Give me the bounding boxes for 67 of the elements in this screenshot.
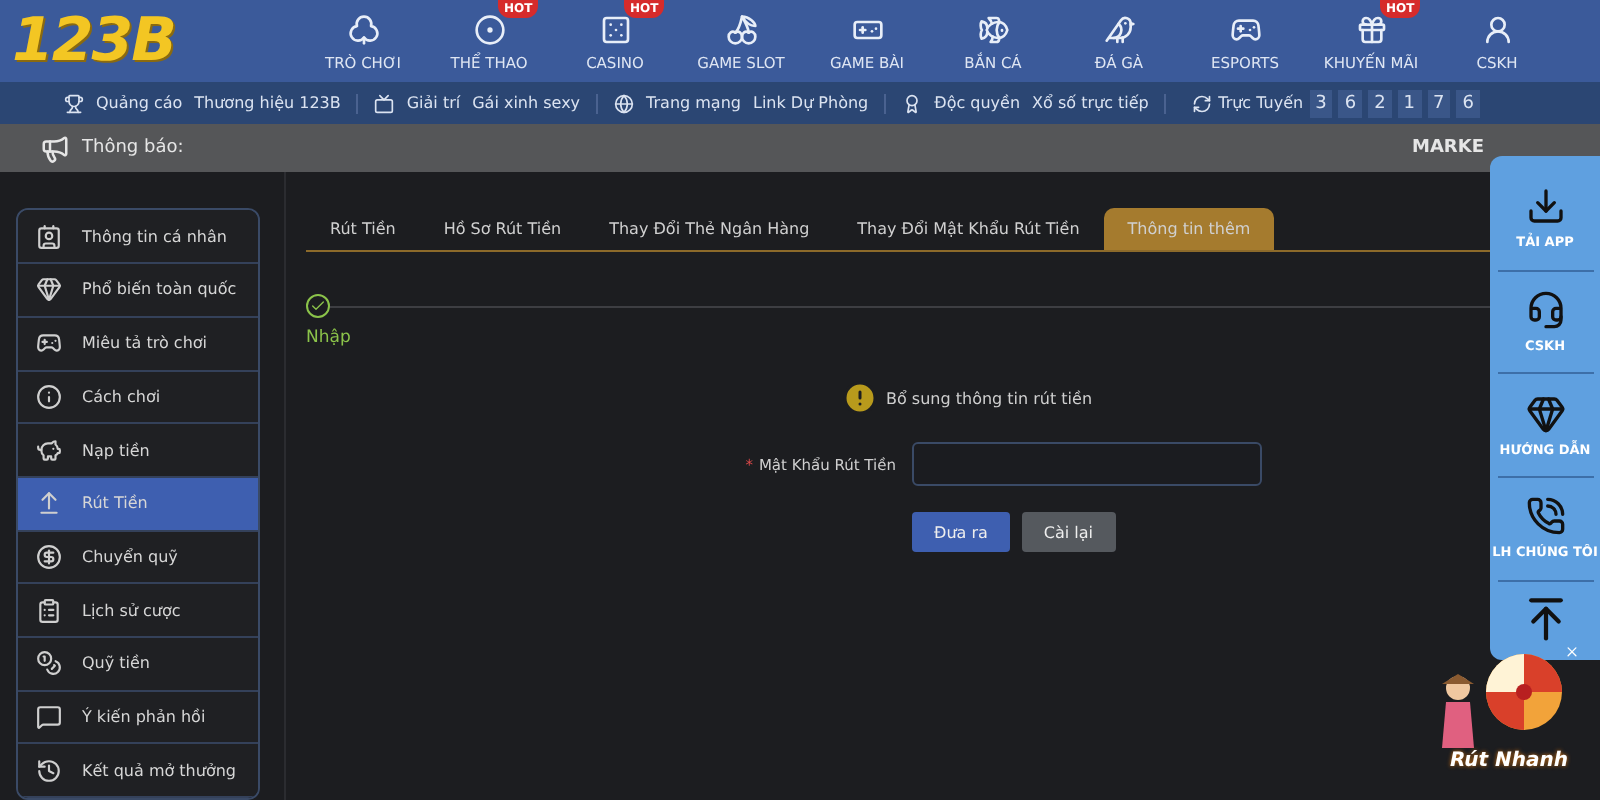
controller-icon [1229,14,1261,47]
online-digit: 7 [1427,89,1451,118]
notice-text: MARKE [1412,138,1484,159]
dollar-icon [36,543,62,570]
fish-icon [977,14,1009,47]
cherry-icon [725,14,757,47]
close-icon[interactable] [1564,644,1580,660]
sidebar-item[interactable]: Chuyển quỹ [18,531,258,585]
notice-label: Thông báo: [82,138,184,159]
tv-icon [374,93,395,114]
award-icon [902,93,923,114]
upload-icon [36,490,62,517]
club-icon [347,14,379,47]
info-title[interactable]: Giải trí [406,94,461,113]
gem-icon [36,276,62,303]
tab[interactable]: Rút Tiền [306,208,420,251]
globe-icon [614,93,635,114]
tab[interactable]: Thay Đổi Thẻ Ngân Hàng [585,208,834,251]
bird-icon [1103,14,1135,47]
ball-icon [473,14,505,47]
logo[interactable]: 123B [12,6,175,77]
online-label: Trực Tuyến [1218,94,1304,113]
sidebar-item[interactable]: Ý kiến phản hồi [18,691,258,745]
online-digit: 6 [1456,89,1480,118]
warning-icon [842,380,878,417]
coins-icon [36,650,62,677]
sidebar-item[interactable]: Cách chơi [18,371,258,425]
online-digit: 6 [1338,89,1363,118]
user-icon [1481,14,1513,47]
promo-text[interactable]: Rút Nhanh [1449,750,1568,772]
tab[interactable]: Hồ Sơ Rút Tiền [419,208,586,251]
info-title[interactable]: Trang mạng [646,94,741,113]
contact-icon [36,223,62,250]
info-link[interactable]: Thương hiệu 123B [194,94,341,113]
chat-icon [36,703,62,730]
headset-icon [1525,290,1565,331]
sidebar-item[interactable]: Thông tin cá nhân [18,210,258,265]
clipboard-icon [36,597,62,624]
tab[interactable]: Thay Đổi Mật Khẩu Rút Tiền [833,208,1104,251]
info-link[interactable]: Link Dự Phòng [752,94,869,113]
gamepad-icon [36,330,62,357]
reset-button[interactable]: Cài lại [1021,512,1116,553]
download-icon [1525,186,1565,227]
online-digit: 1 [1397,89,1422,118]
gift-icon [1355,14,1387,47]
online-digit: 3 [1309,89,1333,118]
megaphone-icon [40,133,70,164]
piggy-bank-icon [36,437,62,464]
online-digit: 2 [1368,89,1392,118]
password-field[interactable] [912,442,1262,487]
info-link[interactable]: Gái xinh sexy [472,94,581,113]
figure-drawing [1436,672,1480,752]
wheel-drawing[interactable] [1484,652,1564,732]
info-title[interactable]: Độc quyền [934,94,1021,113]
sidebar-item[interactable]: Rút Tiền [18,477,258,532]
submit-button[interactable]: Đưa ra [912,512,1010,553]
refresh-icon [1192,93,1213,114]
dice-icon [599,14,631,47]
history-icon [36,757,62,784]
phone-icon [1525,496,1565,537]
info-icon [36,383,62,410]
step-label: Nhập [306,328,353,349]
info-title[interactable]: Quảng cáo [96,94,183,113]
trophy-icon [64,93,84,114]
form-message: Bổ sung thông tin rút tiền [886,389,1093,408]
gem-icon [1525,393,1565,434]
info-link[interactable]: Xổ số trực tiếp [1032,94,1149,113]
